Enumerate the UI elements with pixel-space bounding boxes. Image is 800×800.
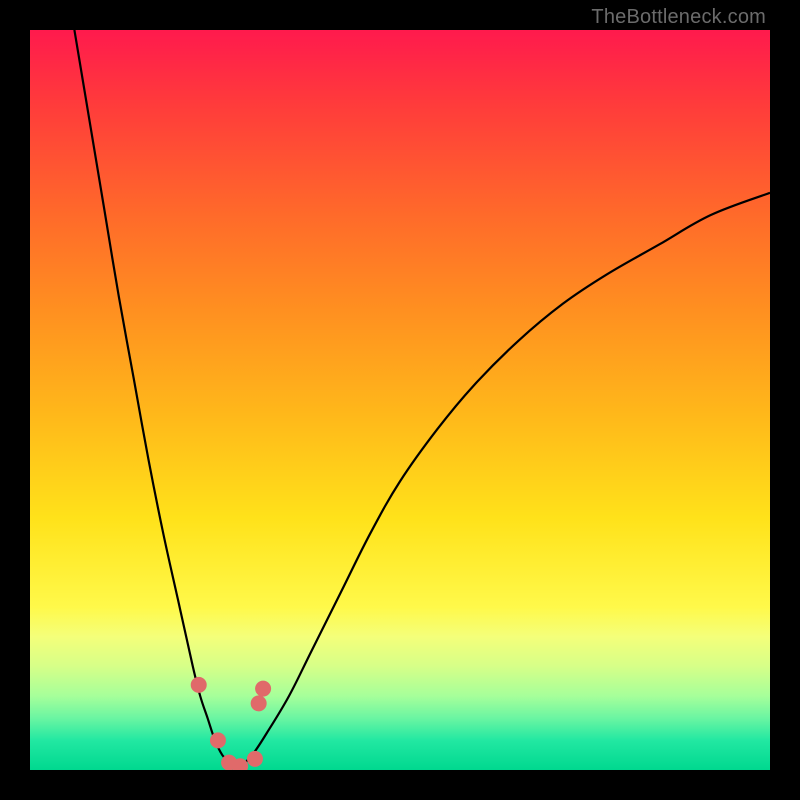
data-point (210, 732, 226, 748)
data-point (247, 751, 263, 767)
credit-label: TheBottleneck.com (591, 6, 766, 29)
data-points (191, 677, 271, 770)
data-point (255, 681, 271, 697)
curve-left-branch (74, 30, 237, 770)
chart-frame: TheBottleneck.com (0, 0, 800, 800)
data-point (191, 677, 207, 693)
chart-svg (30, 30, 770, 770)
curve-right-branch (237, 193, 770, 770)
data-point (251, 695, 267, 711)
plot-area (30, 30, 770, 770)
